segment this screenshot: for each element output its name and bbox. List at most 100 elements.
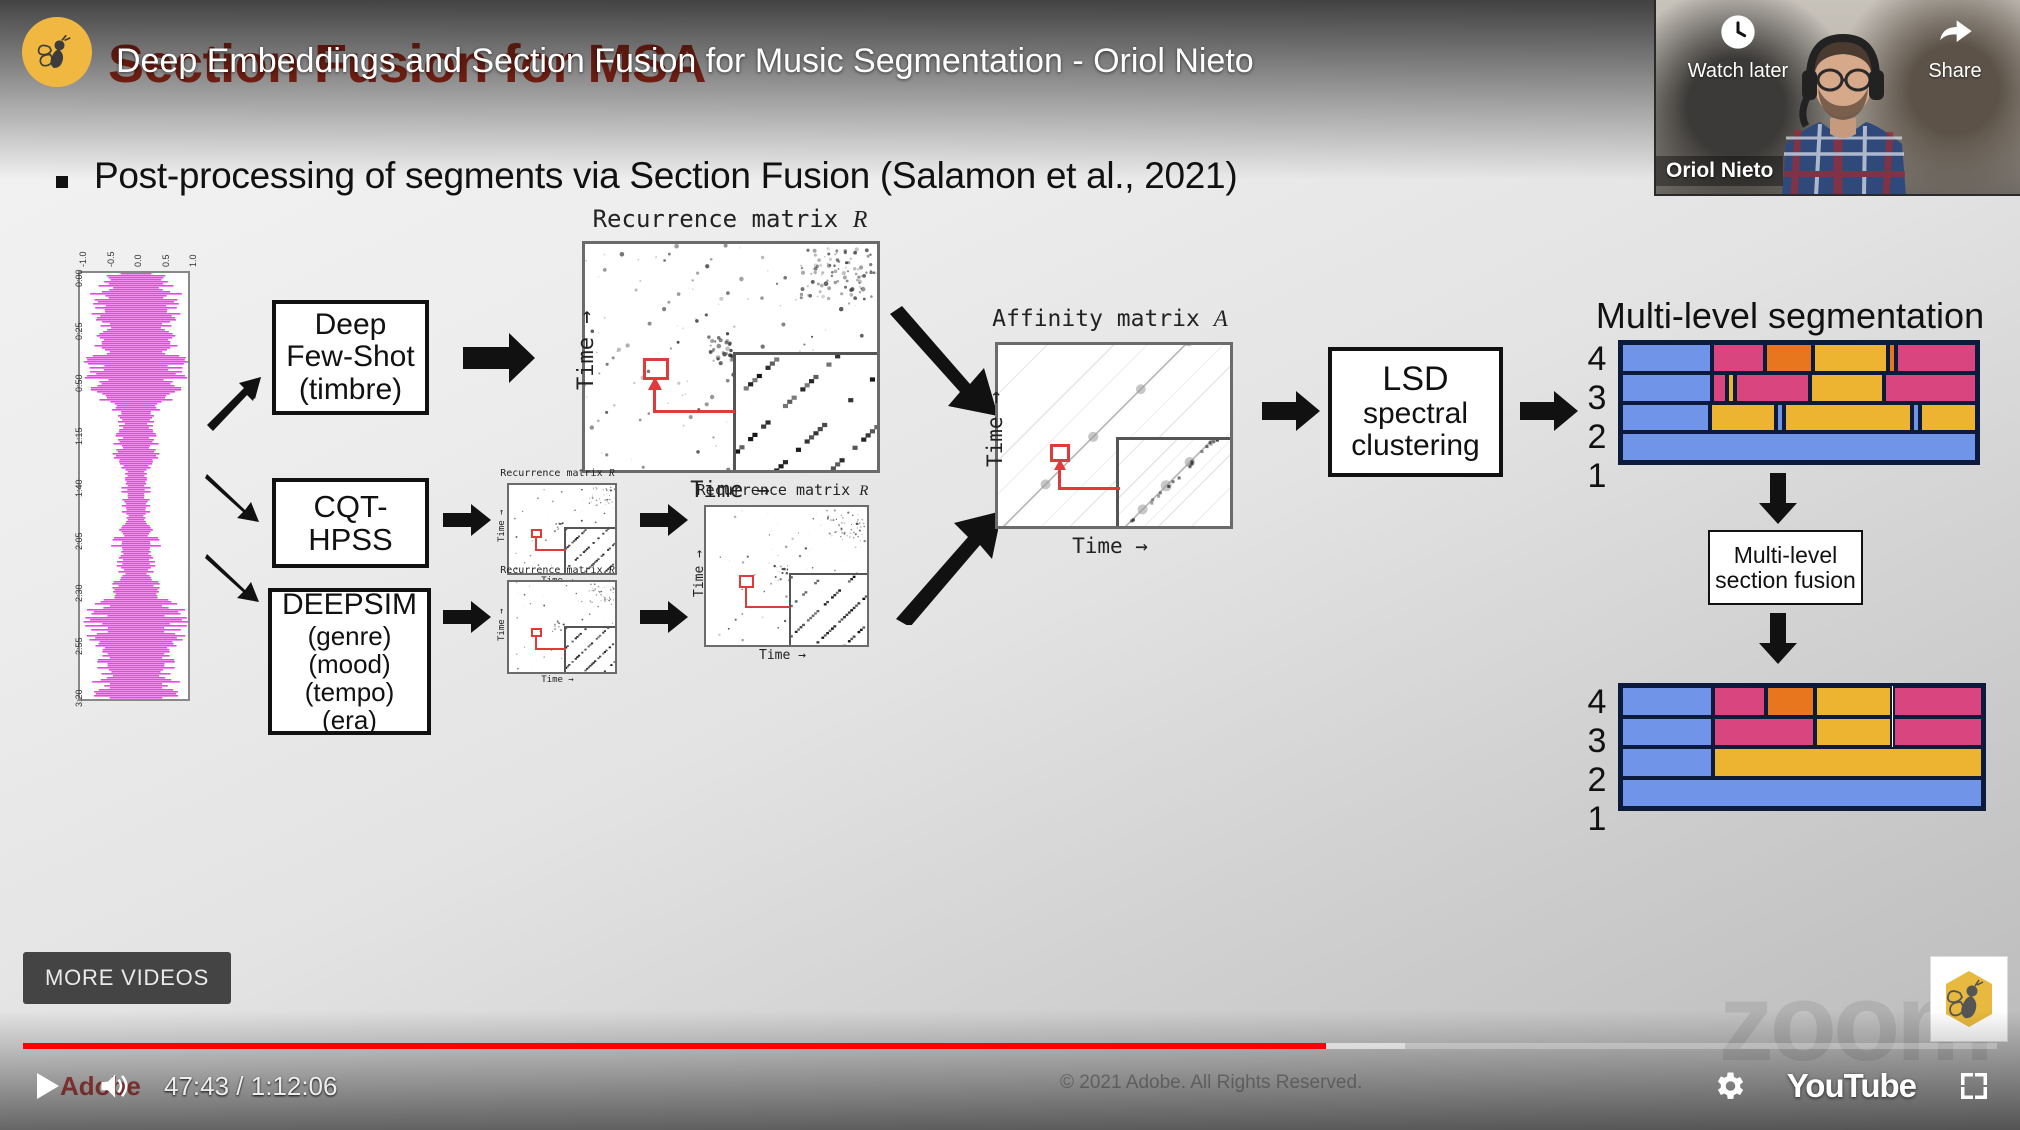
box-line: clustering: [1351, 429, 1480, 463]
matrix-inset-zoom: [789, 573, 867, 645]
volume-button[interactable]: [90, 1064, 134, 1108]
box-line: (era): [322, 704, 377, 735]
arrow-small-to-medium-matrix-top: [640, 503, 688, 537]
share-button[interactable]: Share: [1910, 12, 2000, 83]
inset-dots: [566, 628, 615, 672]
box-line: Multi-level: [1733, 541, 1838, 568]
segmentation-grid: [1618, 340, 1980, 465]
youtube-player[interactable]: Section Fusion for MSA Post-processing o…: [0, 0, 2020, 1130]
segmentation-cell: [1884, 372, 1977, 403]
presenter-name: Oriol Nieto: [1656, 156, 1784, 186]
segmentation-cell: [1888, 343, 1896, 373]
progress-bar[interactable]: [23, 1043, 1997, 1049]
video-title[interactable]: Deep Embeddings and Section Fusion for M…: [116, 42, 1254, 81]
affinity-matrix: Affinity matrix A Time → Time →: [980, 306, 1240, 567]
waveform-time-tick: 0:00: [74, 269, 84, 287]
matrix-inset-zoom: [1116, 437, 1230, 526]
segmentation-cell: [1813, 343, 1888, 373]
matrix-title: Affinity matrix: [992, 306, 1200, 332]
segmentation-cell: [1726, 372, 1735, 403]
level-label: 1: [1587, 800, 1607, 838]
more-videos-button[interactable]: MORE VIDEOS: [23, 952, 232, 1004]
segmentation-cell: [1621, 432, 1977, 462]
matrix-y-label: Time →: [983, 391, 1007, 467]
segmentation-cell: [1895, 343, 1977, 373]
box-line: LSD: [1382, 360, 1449, 399]
segmentation-row: [1621, 686, 1983, 717]
segmentation-row: [1621, 402, 1977, 433]
matrix-symbol: R: [852, 207, 868, 233]
box-line: (timbre): [298, 372, 403, 406]
waveform-time-tick: 0:25: [74, 321, 84, 340]
matrix-x-label: Time →: [541, 675, 574, 685]
segmentation-row: [1621, 343, 1977, 373]
segmentation-cell: [1713, 716, 1815, 747]
arrow-deepsim-to-small-matrix: [443, 600, 491, 634]
box-line: (genre): [307, 620, 392, 651]
box-line: (tempo): [304, 676, 395, 707]
recurrence-matrix-large: Recurrence matrix R Time → Time →: [570, 205, 890, 503]
segmentation-row: [1621, 432, 1977, 462]
callout-arrowhead: [1054, 459, 1066, 470]
level-label: 1: [1587, 457, 1607, 495]
segmentation-grid: [1618, 683, 1986, 811]
segmentation-row: [1621, 777, 1983, 808]
segmentation-level-labels: 4 3 2 1: [1582, 340, 1612, 495]
watch-later-button[interactable]: Watch later: [1678, 12, 1798, 83]
presenter-webcam-pip[interactable]: Watch later Share Oriol Nieto: [1654, 0, 2020, 196]
bullet-square-icon: [56, 176, 68, 188]
box-line: section fusion: [1715, 566, 1856, 593]
segmentation-title: Multi-level segmentation: [1595, 295, 1985, 336]
player-controls-bar: 47:43 / 1:12:06 YouTube: [0, 1010, 2020, 1130]
callout-arrowhead: [648, 377, 662, 390]
waveform-amplitude-tick: 0.0: [133, 254, 143, 267]
right-controls: YouTube: [1707, 1064, 1996, 1108]
box-line: CQT-: [313, 488, 388, 524]
box-cqt-hpss: CQT- HPSS: [272, 478, 429, 568]
segmentation-cell: [1775, 402, 1784, 433]
fullscreen-icon: [1961, 1073, 1987, 1099]
arrow-wave-to-deepfewshot: [205, 375, 265, 431]
matrix-highlight-box: [531, 529, 542, 538]
fullscreen-button[interactable]: [1952, 1064, 1996, 1108]
play-icon: [37, 1073, 59, 1099]
segmentation-cell: [1920, 402, 1977, 433]
segmentation-cell: [1713, 686, 1766, 717]
segmentation-cell: [1621, 402, 1710, 433]
waveform-time-tick: 1:15: [74, 426, 84, 445]
box-line: spectral: [1362, 396, 1469, 430]
matrix-callout-line: [535, 648, 566, 650]
matrix-highlight-box: [739, 575, 754, 588]
segmentation-row: [1621, 716, 1983, 747]
segmentation-cell: [1809, 372, 1885, 403]
arrow-affinity-to-lsd: [1262, 390, 1320, 432]
arrow-down-to-fusion: [1758, 473, 1798, 525]
waveform-time-tick: 2:30: [74, 584, 84, 602]
box-line: DEEPSIM: [281, 588, 418, 622]
matrix-title: Recurrence matrix: [500, 468, 603, 479]
segmentation-cell: [1711, 372, 1727, 403]
inset-dots: [791, 575, 867, 645]
matrix-symbol: R: [608, 565, 615, 576]
arrow-deepfewshot-to-recurrence: [463, 331, 535, 385]
matrix-inset-zoom: [733, 352, 877, 470]
waveform-time-tick: 2:05: [74, 531, 84, 550]
matrix-highlight-box: [531, 628, 542, 637]
matrix-title: Recurrence matrix: [696, 481, 851, 499]
box-multi-level-section-fusion: Multi-level section fusion: [1708, 530, 1863, 605]
channel-avatar-bee-icon[interactable]: [22, 17, 92, 87]
settings-button[interactable]: [1707, 1064, 1751, 1108]
arrow-down-to-fused-segmentation: [1758, 613, 1798, 665]
segmentation-cell: [1713, 747, 1983, 778]
waveform-amplitude-tick: -0.5: [105, 251, 116, 267]
matrix-symbol: R: [859, 483, 869, 499]
play-button[interactable]: [24, 1064, 68, 1108]
volume-icon: [101, 1074, 128, 1098]
segmentation-cell: [1734, 372, 1810, 403]
waveform-time-tick: 3:20: [74, 689, 84, 707]
waveform-time-tick: 1:40: [74, 479, 84, 497]
waveform-amplitude-tick: -1.0: [78, 251, 88, 267]
matrix-y-label: Time →: [497, 608, 507, 641]
clock-icon: [1721, 15, 1755, 49]
share-label: Share: [1928, 60, 1982, 82]
